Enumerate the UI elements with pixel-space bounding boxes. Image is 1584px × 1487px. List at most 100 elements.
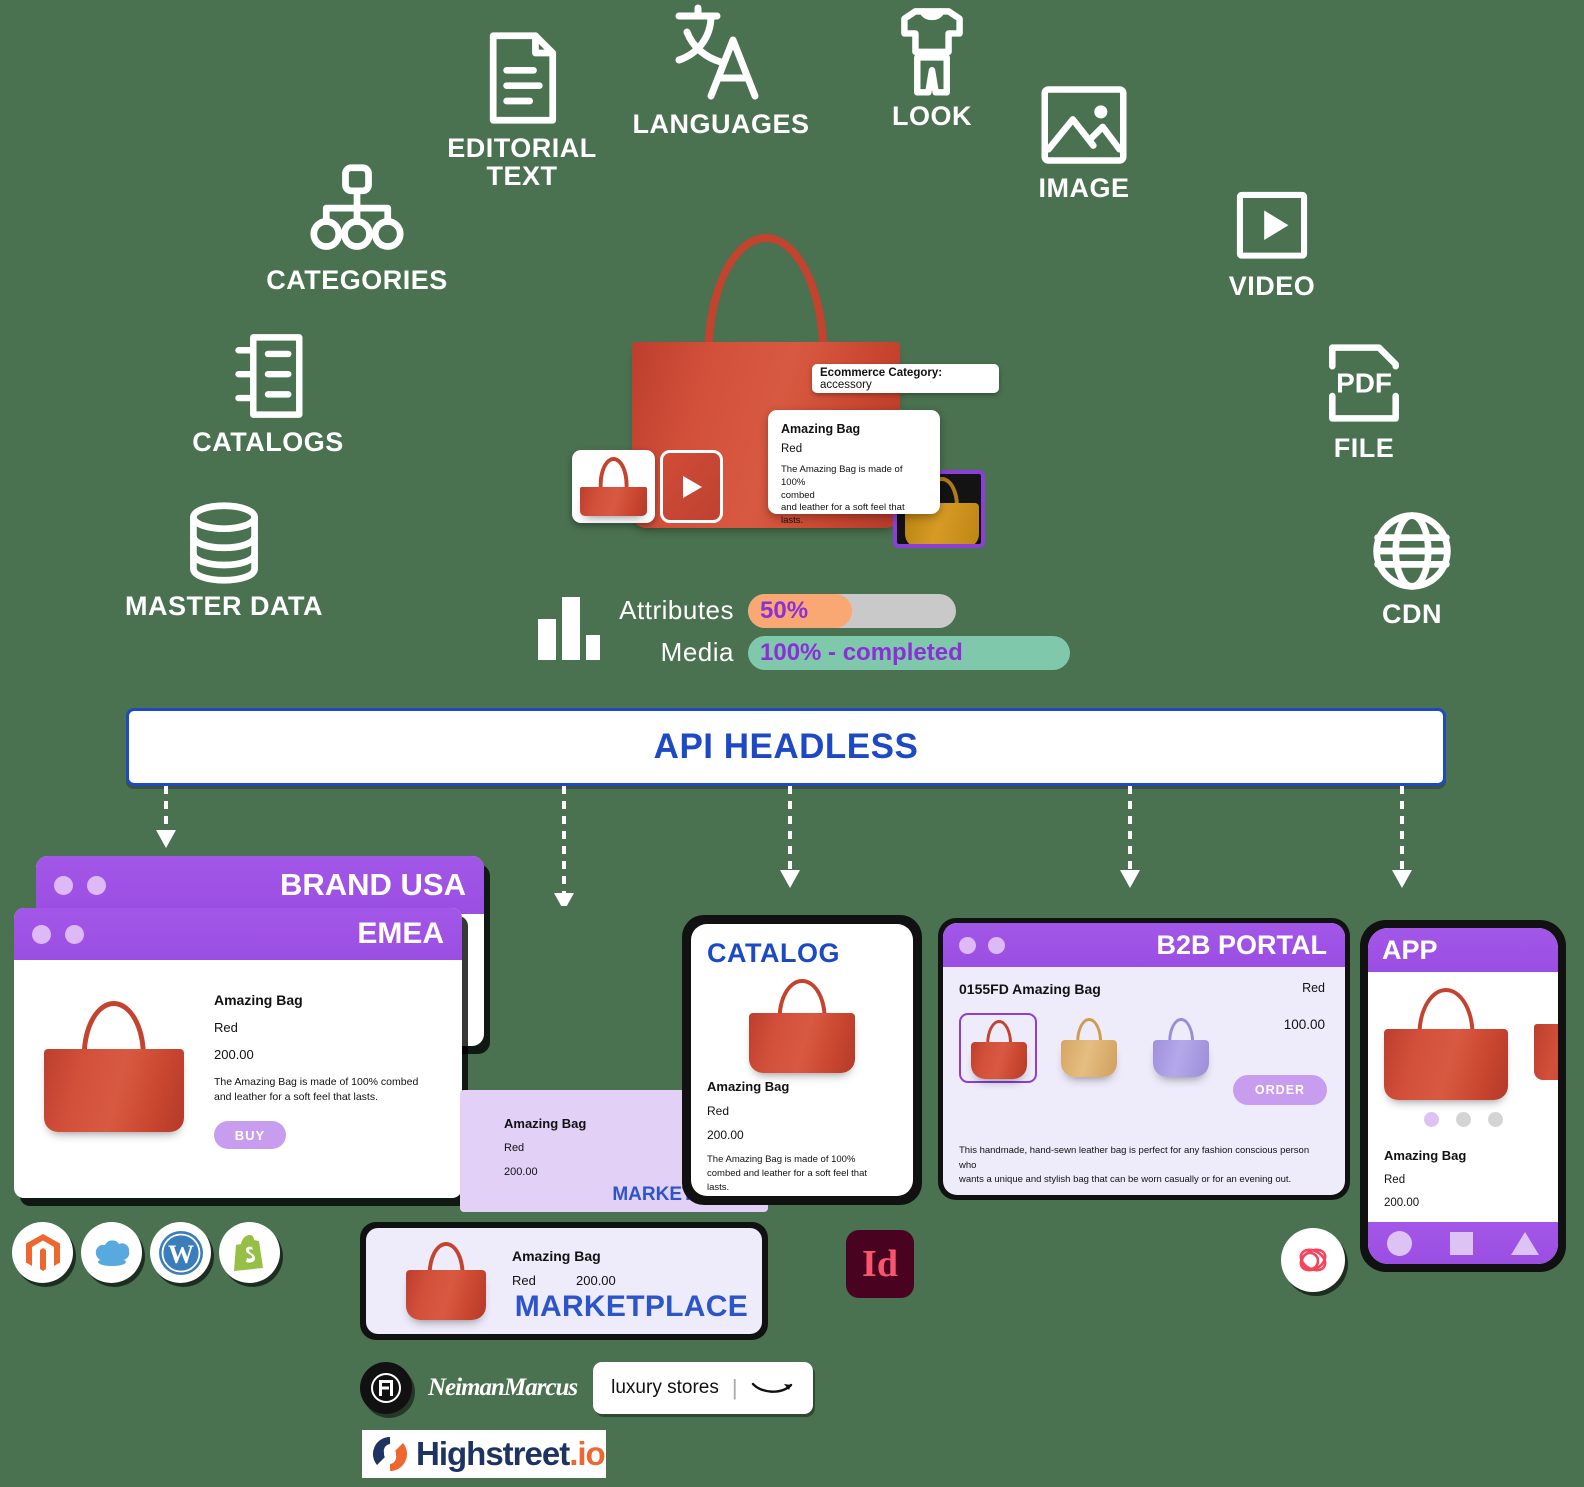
source-label: CATALOGS (192, 427, 344, 457)
catalog-product-image (749, 977, 855, 1073)
app-titlebar: APP (1368, 928, 1558, 972)
progress-row: Attributes 50% (598, 590, 1098, 632)
notebook-icon (235, 334, 303, 418)
product-color: Red (781, 443, 803, 455)
red-bag-variant[interactable] (959, 1013, 1037, 1083)
catalog-card[interactable]: CATALOG Amazing Bag Red 200.00 The Amazi… (691, 924, 913, 1196)
marketplace-product-image (406, 1240, 486, 1320)
amazon-luxury-stores-logo[interactable]: luxury stores | (593, 1362, 813, 1414)
magento-glyph (25, 1233, 60, 1271)
app-product-price: 200.00 (1384, 1197, 1420, 1209)
product-description-line2: combed (781, 489, 815, 501)
source-languages: LANGUAGES (630, 0, 812, 138)
window-dot (32, 924, 51, 944)
play-icon (682, 475, 702, 498)
adobe-indesign-logo[interactable]: Id (846, 1230, 914, 1298)
source-label: LOOK (892, 101, 972, 131)
wordpress-glyph: W (158, 1230, 203, 1275)
window-titlebar: BRAND USA (36, 856, 484, 914)
bar-chart-icon (538, 597, 600, 660)
catalog-description-line3: lasts. (707, 1181, 730, 1193)
app-product-color: Red (1384, 1174, 1406, 1186)
catalog-product-price: 200.00 (707, 1128, 744, 1142)
shopify-logo[interactable] (219, 1222, 280, 1283)
salesforce-logo[interactable] (81, 1222, 142, 1283)
magento-logo[interactable] (12, 1222, 73, 1283)
brand-usa-title: BRAND USA (280, 867, 466, 902)
b2b-description-line1: This handmade, hand-sewn leather bag is … (959, 1145, 1310, 1171)
catalog-device-frame: CATALOG Amazing Bag Red 200.00 The Amazi… (682, 915, 922, 1205)
source-label: VIDEO (1228, 271, 1316, 301)
divider: | (731, 1375, 738, 1400)
marketplace-back-price: 200.00 (504, 1166, 538, 1178)
source-look: LOOK (862, 4, 1002, 130)
progress-label: Media (660, 637, 734, 668)
progress-value: 100% - completed (760, 639, 963, 666)
circle-nav-icon[interactable] (1387, 1230, 1412, 1256)
progress-label: Attributes (619, 595, 734, 626)
source-label: IMAGE (1038, 173, 1130, 203)
source-label: EDITORIAL TEXT (447, 133, 597, 192)
vue-storefront-logo[interactable] (1281, 1228, 1345, 1292)
diagram-canvas: CATEGORIES EDITORIAL TEXT LANGUAGES LOOK (0, 0, 1584, 1487)
b2b-portal-window[interactable]: B2B PORTAL 0155FD Amazing Bag Red 100.00 (943, 923, 1345, 1195)
progress-track: 50% (748, 594, 956, 628)
window-dot (54, 875, 73, 895)
triangle-nav-icon[interactable] (1511, 1231, 1539, 1255)
carousel-dot[interactable] (1455, 1112, 1471, 1127)
highstreet-io-logo[interactable]: Highstreet .io (362, 1430, 606, 1478)
emea-product-color: Red (214, 1020, 238, 1035)
emea-product-image (44, 998, 184, 1132)
order-button[interactable]: ORDER (1233, 1075, 1327, 1105)
window-dot (959, 936, 976, 954)
wordpress-logo[interactable]: W (150, 1222, 211, 1283)
window-dot (988, 936, 1005, 954)
bag-thumbnail[interactable] (572, 450, 655, 523)
source-image: IMAGE (1008, 82, 1160, 202)
emea-product-title: Amazing Bag (214, 992, 303, 1008)
beige-bag-variant[interactable] (1051, 1013, 1129, 1083)
marketplace-product-title: Amazing Bag (512, 1248, 601, 1264)
apparel-icon (901, 8, 963, 96)
indesign-label: Id (862, 1243, 898, 1285)
marketplace-front-card[interactable]: Amazing Bag Red 200.00 MARKETPLACE (366, 1228, 762, 1334)
source-editorial-text: EDITORIAL TEXT (432, 28, 612, 191)
marketplace-back-title: Amazing Bag (504, 1116, 587, 1131)
video-thumbnail[interactable] (660, 450, 723, 523)
emea-window[interactable]: EMEA Amazing Bag Red 200.00 The Amazing … (14, 908, 462, 1198)
product-title: Amazing Bag (781, 422, 861, 436)
highstreet-name: Highstreet (416, 1435, 570, 1472)
database-icon (190, 502, 258, 584)
api-headless-bar[interactable]: API HEADLESS (126, 708, 1446, 786)
source-cdn: CDN (1332, 508, 1492, 628)
api-headless-label: API HEADLESS (653, 727, 919, 766)
b2b-color: Red (1302, 981, 1325, 995)
buy-button[interactable]: BUY (214, 1121, 286, 1150)
catalog-description-line2: combed and leather for a soft feel that (707, 1167, 868, 1179)
carousel-dot-active[interactable] (1423, 1112, 1439, 1127)
square-nav-icon[interactable] (1450, 1231, 1473, 1255)
carousel-dot[interactable] (1487, 1112, 1503, 1127)
progress-section: Attributes 50% Media 100% - completed (598, 590, 1098, 674)
sitemap-icon (310, 164, 404, 250)
catalog-product-title: Amazing Bag (707, 1079, 790, 1094)
amazon-smile-icon (751, 1382, 792, 1393)
purple-bag-variant[interactable] (1143, 1013, 1221, 1083)
b2b-portal-title: B2B PORTAL (1156, 929, 1327, 960)
farfetch-logo[interactable] (360, 1362, 412, 1414)
neiman-marcus-logo[interactable]: NeimanMarcus (428, 1374, 578, 1402)
app-carousel-dots[interactable] (1368, 1112, 1558, 1127)
category-tag-value: accessory (820, 379, 872, 392)
source-master-data: MASTER DATA (110, 500, 338, 620)
app-screen[interactable]: APP Amazing Bag Red 200.00 (1368, 928, 1558, 1264)
marketplace-back-color: Red (504, 1142, 525, 1154)
app-navigation-bar (1368, 1222, 1558, 1264)
svg-text:PDF: PDF (1336, 367, 1392, 398)
category-tag-label: Ecommerce Category: (820, 367, 943, 379)
farfetch-glyph (371, 1373, 401, 1403)
image-icon (1041, 86, 1127, 164)
marketplace-product-price: 200.00 (576, 1273, 616, 1288)
highstreet-mark-icon (372, 1437, 408, 1471)
luxury-stores-label: luxury stores (611, 1377, 719, 1398)
progress-row: Media 100% - completed (598, 632, 1098, 674)
